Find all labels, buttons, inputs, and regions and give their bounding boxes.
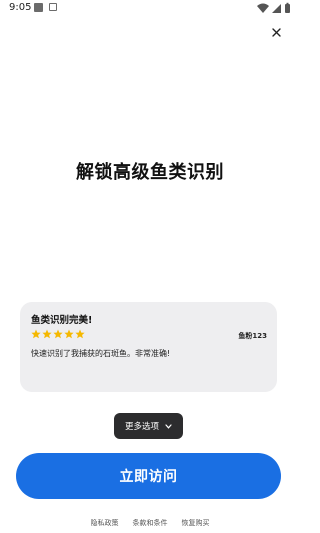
notification-icon bbox=[34, 3, 43, 12]
signal-icon bbox=[272, 4, 281, 13]
more-options-label: 更多选项 bbox=[124, 422, 159, 432]
review-rating bbox=[31, 329, 85, 339]
status-bar: 9:05 bbox=[0, 0, 300, 18]
review-text: 快速识别了我捕获的石斑鱼。非常准确! bbox=[31, 349, 171, 358]
star-icon bbox=[31, 329, 41, 339]
access-now-label: 立即访问 bbox=[119, 469, 178, 485]
more-options-button[interactable]: 更多选项 bbox=[114, 413, 183, 439]
chevron-down-icon bbox=[165, 423, 172, 429]
review-card: 鱼类识别完美! 鱼粉123 快速识别了我捕获的石斑鱼。非常准确! bbox=[20, 302, 277, 392]
status-time: 9:05 bbox=[9, 2, 32, 13]
terms-link[interactable]: 条款和条件 bbox=[133, 518, 168, 528]
restore-purchase-link[interactable]: 恢复购买 bbox=[182, 518, 210, 528]
status-indicators bbox=[256, 2, 292, 14]
notification-icon-secondary bbox=[49, 3, 57, 11]
star-icon bbox=[75, 329, 85, 339]
review-author: 鱼粉123 bbox=[238, 332, 267, 340]
close-icon bbox=[271, 27, 281, 37]
footer-links: 隐私政策 条款和条件 恢复购买 bbox=[0, 518, 300, 528]
access-now-button[interactable]: 立即访问 bbox=[16, 453, 281, 499]
star-icon bbox=[53, 329, 63, 339]
close-button[interactable] bbox=[266, 22, 286, 42]
headline: 解锁高级鱼类识别 bbox=[76, 162, 224, 183]
star-icon bbox=[64, 329, 74, 339]
star-icon bbox=[42, 329, 52, 339]
review-title: 鱼类识别完美! bbox=[31, 315, 93, 326]
wifi-icon bbox=[257, 3, 269, 13]
battery-icon bbox=[285, 2, 290, 13]
privacy-policy-link[interactable]: 隐私政策 bbox=[91, 518, 119, 528]
